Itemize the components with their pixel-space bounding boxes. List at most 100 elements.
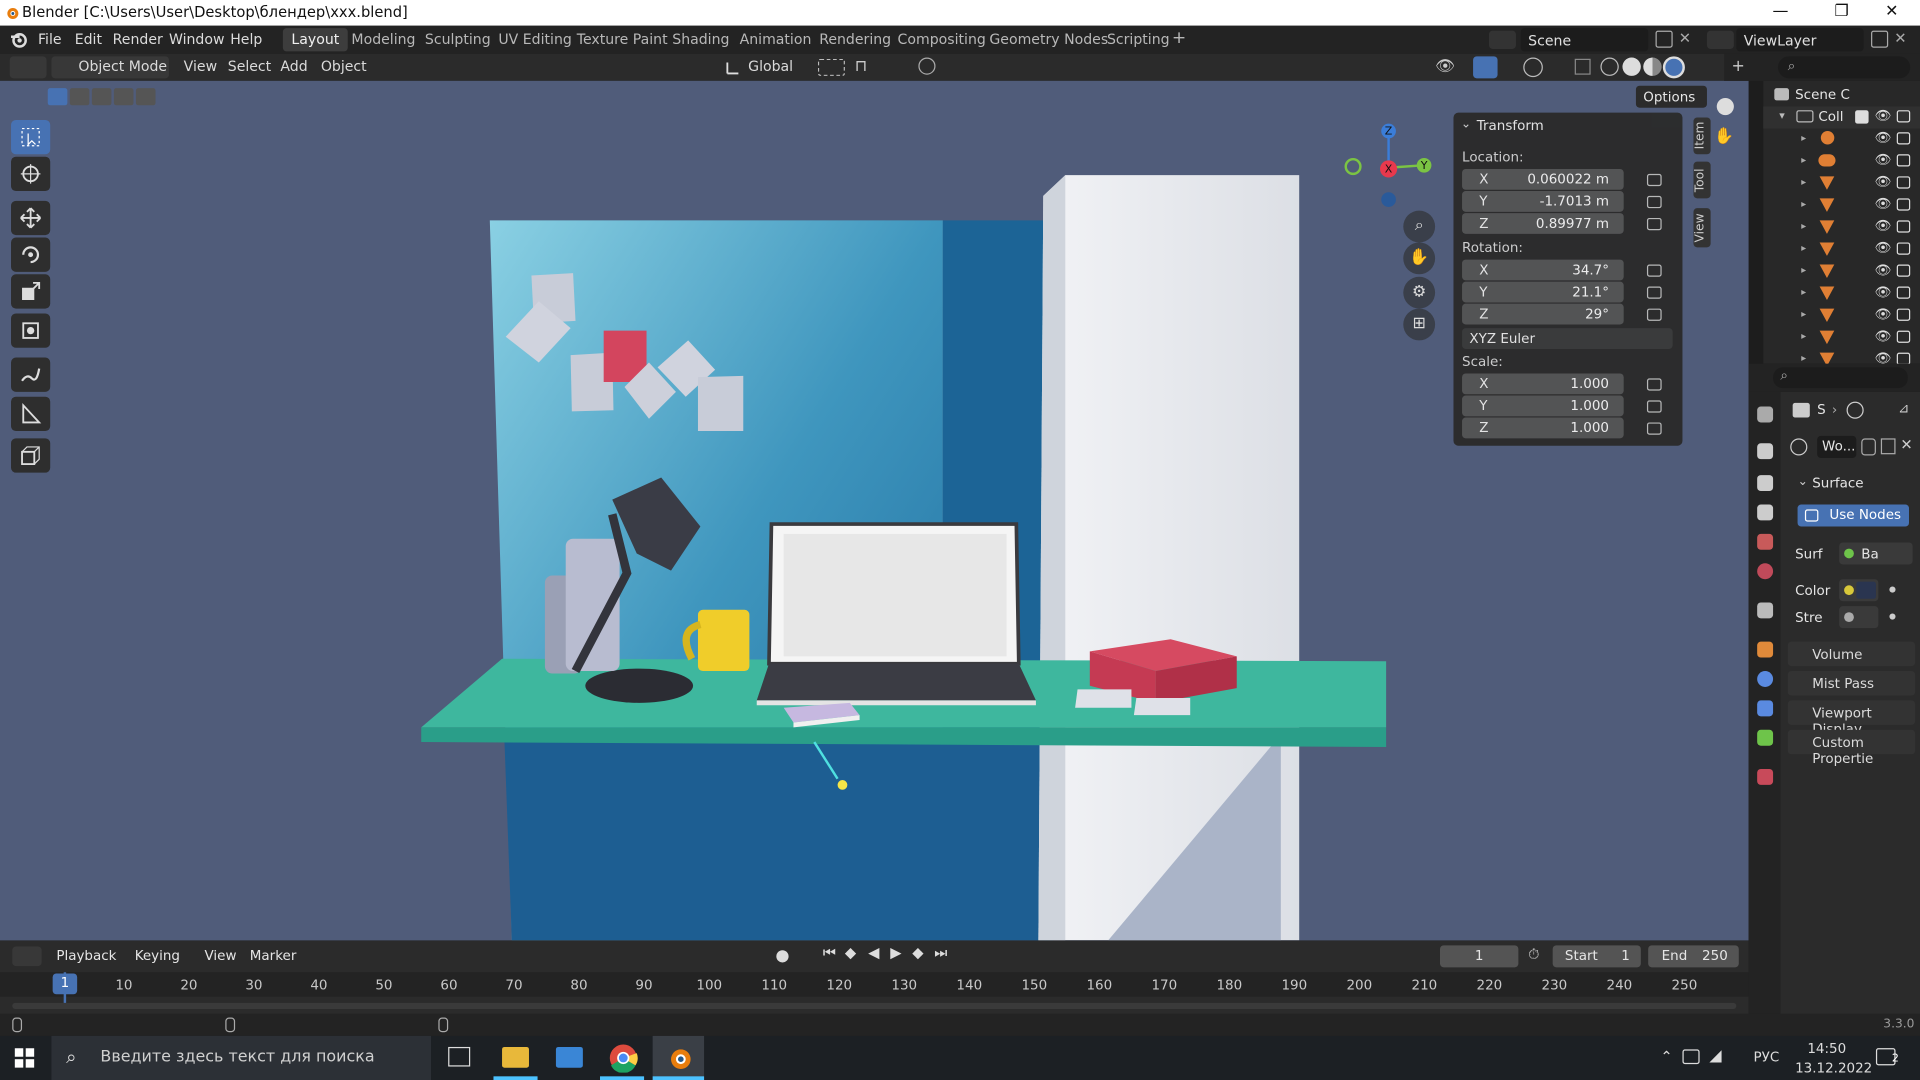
collapse-chevron-icon[interactable]: ⌄	[1461, 118, 1471, 131]
restore-button[interactable]: ❐	[1813, 0, 1869, 26]
custom-properties-section[interactable]: Custom Propertie	[1787, 729, 1916, 767]
view-layer-tab-icon[interactable]	[1757, 504, 1774, 521]
next-keyframe-icon[interactable]: ◆	[912, 944, 923, 961]
play-reverse-icon[interactable]: ◀	[868, 944, 879, 961]
jump-start-icon[interactable]: ⏮	[823, 944, 836, 962]
xray-icon[interactable]	[1574, 58, 1591, 75]
pan-hand-icon[interactable]: ✋	[1403, 242, 1436, 275]
camera-render-icon[interactable]	[1896, 154, 1911, 167]
camera-render-icon[interactable]	[1896, 176, 1911, 189]
pivot-icon[interactable]	[817, 58, 845, 76]
expand-icon[interactable]: ▸	[1801, 309, 1806, 320]
delete-scene-icon[interactable]: ✕	[1679, 29, 1691, 46]
language-indicator[interactable]: РУС	[1753, 1049, 1779, 1065]
outliner-object-row[interactable]: ▸ 👁	[1763, 217, 1920, 239]
play-icon[interactable]: ▶	[890, 944, 901, 961]
eye-icon[interactable]: 👁	[1875, 174, 1892, 190]
menu-playback[interactable]: Playback	[56, 948, 116, 964]
camera-view-icon[interactable]: ⚙	[1403, 276, 1436, 309]
camera-render-icon[interactable]	[1896, 132, 1911, 145]
record-icon[interactable]	[776, 950, 789, 963]
eye-icon[interactable]: 👁	[1875, 152, 1892, 168]
file-explorer-icon[interactable]	[502, 1046, 529, 1068]
select-intersect-icon[interactable]	[135, 88, 156, 106]
expand-icon[interactable]: ▸	[1801, 242, 1806, 253]
transform-tool[interactable]	[11, 313, 51, 348]
add-workspace-button[interactable]: +	[1163, 26, 1195, 49]
outliner-object-row[interactable]: ▸ 👁	[1763, 129, 1920, 151]
blender-menu-icon[interactable]	[10, 31, 28, 49]
blender-taskbar-button[interactable]	[652, 1035, 705, 1080]
material-shading-icon[interactable]	[1643, 57, 1662, 76]
physics-tab-icon[interactable]	[1757, 671, 1774, 687]
clock-time[interactable]: 14:50	[1807, 1041, 1846, 1057]
eye-icon[interactable]: 👁	[1875, 306, 1892, 322]
menu-add[interactable]: Add	[280, 58, 307, 75]
tab-tool[interactable]: Tool	[1693, 161, 1711, 199]
menu-select[interactable]: Select	[228, 58, 271, 75]
select-invert-icon[interactable]	[113, 88, 134, 106]
rotate-tool[interactable]	[11, 237, 51, 272]
editor-type-icon[interactable]	[12, 946, 42, 967]
minimize-button[interactable]: —	[1752, 0, 1808, 26]
scale-y-field[interactable]: Y 1.000	[1462, 395, 1624, 417]
scale-tool[interactable]	[11, 274, 51, 309]
world-name-field[interactable]: Wo...	[1817, 435, 1857, 458]
cursor-tool[interactable]	[11, 156, 51, 192]
move-tool[interactable]	[11, 200, 51, 236]
menu-view[interactable]: View	[184, 58, 217, 75]
lock-icon[interactable]	[1646, 286, 1662, 299]
menu-file[interactable]: File	[38, 31, 62, 48]
mist-pass-section[interactable]: Mist Pass	[1787, 671, 1916, 696]
render-tab-icon[interactable]	[1757, 443, 1774, 460]
view-layer-selector-icon[interactable]	[1706, 30, 1734, 49]
tab-sculpting[interactable]: Sculpting	[416, 28, 499, 51]
collection-tab-icon[interactable]	[1757, 602, 1774, 619]
rotation-y-field[interactable]: Y 21.1°	[1462, 281, 1624, 303]
location-y-field[interactable]: Y -1.7013 m	[1462, 191, 1624, 212]
transform-title[interactable]: Transform	[1477, 118, 1544, 134]
task-view-icon[interactable]	[448, 1046, 471, 1067]
location-x-field[interactable]: X 0.060022 m	[1462, 168, 1624, 190]
lock-icon[interactable]	[1646, 195, 1662, 209]
keyframe-dot-icon[interactable]	[1889, 586, 1896, 593]
outliner-object-row[interactable]: ▸ 👁	[1763, 305, 1920, 327]
camera-render-icon[interactable]	[1896, 220, 1911, 233]
pin-icon[interactable]: ⊿	[1898, 400, 1909, 416]
select-new-icon[interactable]	[47, 88, 68, 106]
color-swatch[interactable]	[1856, 581, 1876, 599]
expand-icon[interactable]: ▸	[1801, 331, 1806, 342]
eye-icon[interactable]: 👁	[1875, 284, 1892, 300]
camera-render-icon[interactable]	[1896, 264, 1911, 277]
select-subtract-icon[interactable]	[91, 88, 112, 106]
tab-compositing[interactable]: Compositing	[889, 28, 994, 51]
rotation-x-field[interactable]: X 34.7°	[1462, 259, 1624, 281]
gizmo-toggle-icon[interactable]	[1473, 56, 1498, 79]
fake-user-icon[interactable]	[1861, 438, 1876, 456]
snap-icon[interactable]: ⊓	[855, 58, 867, 76]
world-tab-icon[interactable]	[1757, 563, 1774, 580]
add-cube-tool[interactable]	[11, 438, 51, 473]
outliner-object-row[interactable]: ▸ 👁	[1763, 195, 1920, 217]
clock-date[interactable]: 13.12.2022	[1795, 1060, 1872, 1076]
overlay-toggle-icon[interactable]	[1523, 57, 1543, 78]
visibility-icon[interactable]: 👁	[1435, 58, 1455, 76]
tab-modeling[interactable]: Modeling	[343, 28, 424, 51]
wireframe-shading-icon[interactable]	[1600, 57, 1619, 76]
lock-icon[interactable]	[1646, 173, 1662, 187]
lock-icon[interactable]	[1646, 422, 1662, 435]
select-extend-icon[interactable]	[69, 88, 90, 106]
scale-z-field[interactable]: Z 1.000	[1462, 417, 1624, 439]
windows-start-icon[interactable]	[14, 1048, 35, 1068]
add-icon[interactable]: +	[1731, 58, 1744, 76]
close-button[interactable]: ✕	[1864, 0, 1920, 26]
menu-view[interactable]: View	[204, 948, 236, 964]
camera-render-icon[interactable]	[1896, 242, 1911, 255]
outliner-object-row[interactable]: ▸ 👁	[1763, 239, 1920, 261]
expand-icon[interactable]: ▸	[1801, 287, 1806, 298]
annotate-tool[interactable]	[11, 357, 51, 392]
eye-icon[interactable]: 👁	[1875, 108, 1892, 124]
clock-icon[interactable]: ⏱	[1528, 945, 1539, 963]
expand-icon[interactable]: ▸	[1801, 132, 1806, 143]
expand-icon[interactable]: ▸	[1801, 198, 1806, 209]
